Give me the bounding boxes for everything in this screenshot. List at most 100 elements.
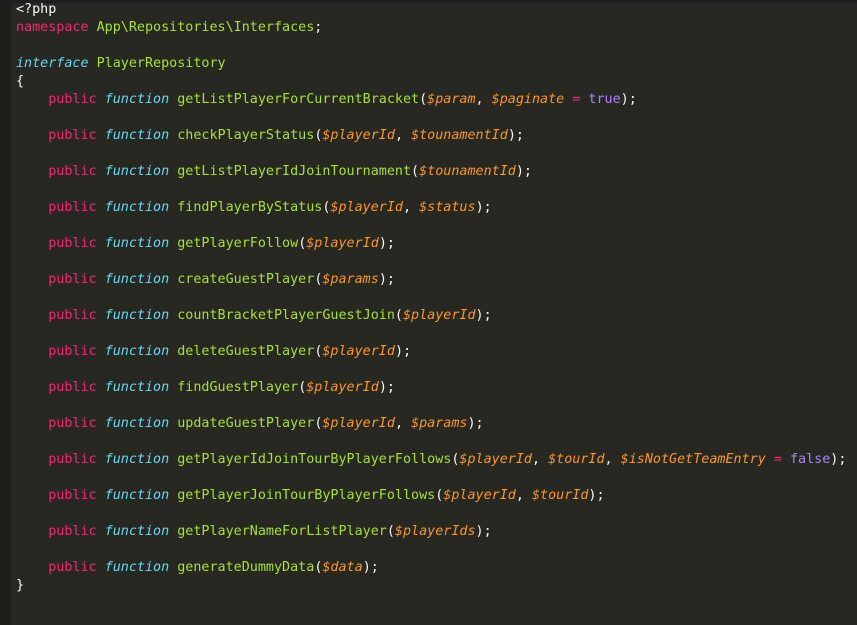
code-punctuation: ); — [378, 272, 395, 287]
code-line[interactable]: public function getListPlayerIdJoinTourn… — [16, 163, 857, 181]
code-line[interactable]: interface PlayerRepository — [16, 55, 857, 73]
code-variable: $tourId — [531, 488, 589, 503]
code-keyword: public — [48, 416, 97, 431]
code-punctuation — [97, 524, 105, 539]
code-storage-keyword: function — [104, 164, 170, 179]
blank-code-line[interactable] — [16, 397, 857, 415]
code-line[interactable]: <?php — [16, 1, 857, 19]
code-line[interactable]: public function checkPlayerStatus($playe… — [16, 127, 857, 145]
code-punctuation — [16, 524, 48, 539]
code-line[interactable]: public function getListPlayerForCurrentB… — [16, 91, 857, 109]
code-keyword: public — [48, 524, 97, 539]
code-variable: $isNotGetTeamEntry — [620, 452, 766, 467]
code-line[interactable]: { — [16, 73, 857, 91]
code-variable: $playerId — [306, 380, 379, 395]
code-punctuation — [16, 380, 48, 395]
code-punctuation: ( — [394, 308, 403, 323]
code-line[interactable]: public function getPlayerNameForListPlay… — [16, 523, 857, 541]
code-line[interactable]: public function getPlayerFollow($playerI… — [16, 235, 857, 253]
blank-code-line[interactable] — [16, 433, 857, 451]
code-variable: $playerId — [330, 200, 403, 215]
code-punctuation: ); — [362, 560, 379, 575]
code-line[interactable]: public function countBracketPlayerGuestJ… — [16, 307, 857, 325]
code-variable: $data — [322, 560, 363, 575]
code-keyword: public — [48, 308, 97, 323]
code-identifier: findGuestPlayer — [177, 380, 299, 395]
code-line[interactable]: public function updateGuestPlayer($playe… — [16, 415, 857, 433]
code-punctuation — [97, 488, 105, 503]
code-line[interactable]: public function deleteGuestPlayer($playe… — [16, 343, 857, 361]
code-punctuation — [97, 92, 105, 107]
code-punctuation — [16, 128, 48, 143]
code-variable: $paginate — [491, 92, 565, 107]
code-keyword: = — [773, 452, 782, 467]
code-line[interactable]: public function createGuestPlayer($param… — [16, 271, 857, 289]
code-punctuation: , — [531, 452, 549, 467]
code-punctuation — [97, 308, 105, 323]
code-line[interactable]: public function getPlayerIdJoinTourByPla… — [16, 451, 857, 469]
blank-code-line[interactable] — [16, 217, 857, 235]
code-storage-keyword: function — [104, 272, 170, 287]
code-text-area[interactable]: <?php namespace App\Repositories\Interfac… — [16, 1, 857, 595]
code-variable: $tounamentId — [419, 164, 516, 179]
code-variable: $param — [427, 92, 476, 107]
blank-code-line[interactable] — [16, 289, 857, 307]
code-punctuation: <?php — [16, 2, 57, 17]
code-punctuation: ); — [378, 380, 395, 395]
code-punctuation: } — [16, 578, 25, 593]
code-punctuation — [16, 200, 48, 215]
code-storage-keyword: function — [104, 524, 170, 539]
code-line[interactable]: public function findGuestPlayer($playerI… — [16, 379, 857, 397]
code-punctuation: , — [515, 488, 532, 503]
code-line[interactable]: } — [16, 577, 857, 595]
blank-code-line[interactable] — [16, 469, 857, 487]
code-punctuation: { — [16, 74, 25, 89]
code-storage-keyword: function — [104, 344, 170, 359]
code-punctuation: ; — [314, 20, 323, 35]
code-punctuation — [97, 164, 105, 179]
code-constant: true — [588, 92, 621, 107]
code-keyword: namespace — [16, 20, 89, 35]
code-punctuation — [16, 452, 48, 467]
code-punctuation: ); — [394, 344, 412, 359]
code-keyword: public — [48, 128, 97, 143]
code-punctuation — [16, 164, 48, 179]
code-identifier: getPlayerFollow — [177, 236, 299, 251]
code-variable: $playerId — [443, 488, 516, 503]
code-keyword: public — [48, 272, 97, 287]
code-punctuation — [16, 560, 48, 575]
blank-code-line[interactable] — [16, 541, 857, 559]
code-punctuation: ); — [378, 236, 395, 251]
code-punctuation — [97, 344, 105, 359]
code-punctuation: , — [475, 92, 492, 107]
code-identifier: checkPlayerStatus — [177, 128, 315, 143]
code-punctuation: ); — [475, 200, 492, 215]
code-line[interactable]: public function getPlayerJoinTourByPlaye… — [16, 487, 857, 505]
code-identifier: App\Repositories\Interfaces — [96, 20, 315, 35]
code-punctuation — [16, 488, 48, 503]
blank-code-line[interactable] — [16, 361, 857, 379]
code-variable: $playerId — [459, 452, 532, 467]
code-line[interactable]: public function findPlayerByStatus($play… — [16, 199, 857, 217]
code-punctuation — [16, 236, 48, 251]
code-variable: $params — [322, 272, 379, 287]
blank-code-line[interactable] — [16, 325, 857, 343]
blank-code-line[interactable] — [16, 505, 857, 523]
code-identifier: getListPlayerIdJoinTournament — [177, 164, 412, 179]
code-punctuation — [16, 416, 48, 431]
editor-gutter — [0, 3, 11, 625]
code-punctuation: , — [604, 452, 621, 467]
code-identifier: getPlayerJoinTourByPlayerFollows — [177, 488, 436, 503]
code-punctuation: , — [394, 128, 412, 143]
code-line[interactable]: public function generateDummyData($data)… — [16, 559, 857, 577]
code-editor[interactable]: <?php namespace App\Repositories\Interfac… — [0, 0, 857, 625]
blank-code-line[interactable] — [16, 181, 857, 199]
blank-code-line[interactable] — [16, 37, 857, 55]
code-line[interactable]: namespace App\Repositories\Interfaces; — [16, 19, 857, 37]
code-punctuation — [16, 344, 48, 359]
blank-code-line[interactable] — [16, 253, 857, 271]
blank-code-line[interactable] — [16, 109, 857, 127]
code-keyword: public — [48, 344, 97, 359]
code-keyword: public — [48, 560, 97, 575]
blank-code-line[interactable] — [16, 145, 857, 163]
